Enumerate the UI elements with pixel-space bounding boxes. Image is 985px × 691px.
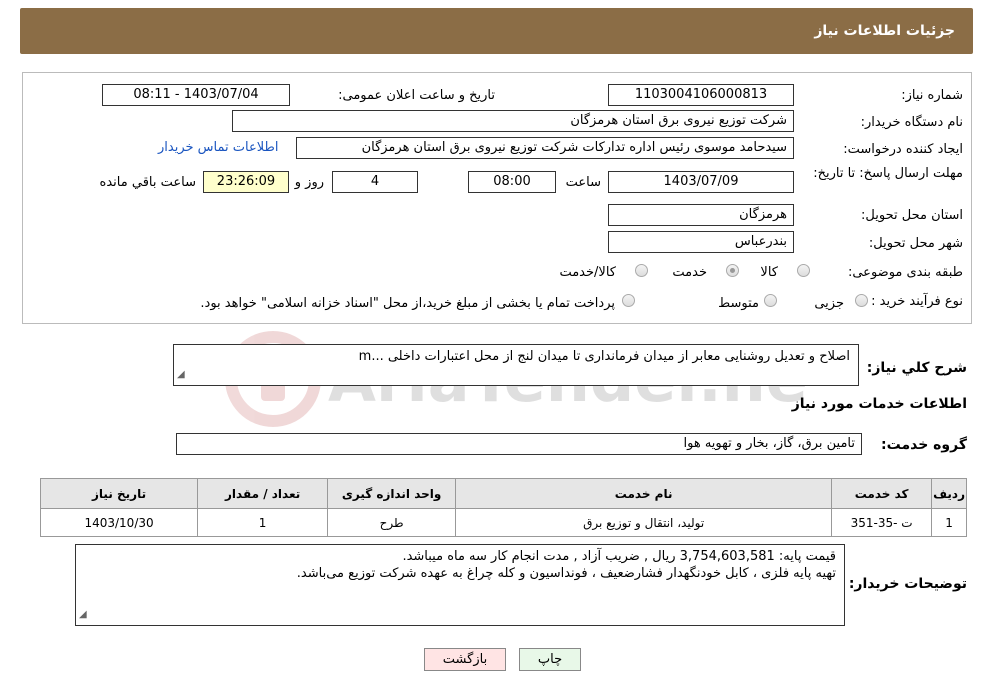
service-group-field: تامین برق، گاز، بخار و تهویه هوا xyxy=(176,433,862,455)
process-option-minor: جزیی xyxy=(814,296,844,311)
col-service-name: نام خدمت xyxy=(455,478,833,509)
treasury-payment-note: پرداخت تمام یا بخشی از مبلغ خرید،از محل … xyxy=(200,296,615,311)
back-button[interactable]: بازگشت xyxy=(424,648,506,671)
buyer-contact-link[interactable]: اطلاعات تماس خریدار xyxy=(158,140,278,155)
province-field: هرمزگان xyxy=(608,204,794,226)
need-details-panel: AriaTender.neT شماره نیاز: 1103004106000… xyxy=(22,72,972,427)
cell-quantity: 1 xyxy=(197,508,329,537)
buyer-notes-line-1: قیمت پایه: 3,754,603,581 ریال , ضریب آزا… xyxy=(402,549,836,564)
category-radio-goods-service[interactable] xyxy=(635,264,648,277)
announce-datetime-field: 1403/07/04 - 08:11 xyxy=(102,84,290,106)
category-option-goods-service: کالا/خدمت xyxy=(559,265,616,280)
col-quantity: تعداد / مقدار xyxy=(197,478,329,509)
resize-grip-icon[interactable]: ◢ xyxy=(79,606,87,623)
page-title: جزئیات اطلاعات نیاز xyxy=(814,23,955,39)
deadline-time-field: 08:00 xyxy=(468,171,556,193)
buyer-notes-label: توضیحات خریدار: xyxy=(848,576,967,592)
buyer-org-field: شرکت توزیع نیروی برق استان هرمزگان xyxy=(232,110,794,132)
creator-field: سیدحامد موسوی رئیس اداره تدارکات شرکت تو… xyxy=(296,137,794,159)
cell-unit: طرح xyxy=(327,508,457,537)
col-need-date: تاریخ نیاز xyxy=(39,478,199,509)
remaining-time-field: 23:26:09 xyxy=(203,171,289,193)
category-option-goods: کالا xyxy=(760,265,778,280)
days-remaining-field: 4 xyxy=(332,171,418,193)
city-label: شهر محل تحویل: xyxy=(868,236,963,251)
buyer-notes-textarea[interactable]: قیمت پایه: 3,754,603,581 ریال , ضریب آزا… xyxy=(75,544,845,626)
remaining-time-label: ساعت باقي مانده xyxy=(99,175,196,190)
days-label: روز و xyxy=(294,175,324,190)
province-label: استان محل تحویل: xyxy=(861,208,963,223)
cell-row-number: 1 xyxy=(931,508,967,537)
announce-datetime-label: تاریخ و ساعت اعلان عمومی: xyxy=(338,88,495,103)
deadline-label: مهلت ارسال پاسخ: تا تاریخ: xyxy=(813,166,963,181)
category-radio-service[interactable] xyxy=(726,264,739,277)
summary-textarea[interactable]: اصلاح و تعدیل روشنایی معابر از میدان فرم… xyxy=(173,344,859,386)
print-button[interactable]: چاپ xyxy=(519,648,581,671)
process-radio-medium[interactable] xyxy=(764,294,777,307)
city-field: بندرعباس xyxy=(608,231,794,253)
summary-label: شرح کلي نیاز: xyxy=(866,360,967,376)
cell-need-date: 1403/10/30 xyxy=(39,508,199,537)
process-radio-minor[interactable] xyxy=(855,294,868,307)
page-header: جزئیات اطلاعات نیاز xyxy=(20,8,973,54)
col-row-number: ردیف xyxy=(931,478,967,509)
category-label: طبقه بندی موضوعی: xyxy=(847,265,963,280)
need-number-field: 1103004106000813 xyxy=(608,84,794,106)
services-table: ردیف کد خدمت نام خدمت واحد اندازه گیری ت… xyxy=(39,478,967,537)
summary-text: اصلاح و تعدیل روشنایی معابر از میدان فرم… xyxy=(358,349,850,364)
buyer-org-label: نام دستگاه خریدار: xyxy=(860,115,963,130)
services-table-header: ردیف کد خدمت نام خدمت واحد اندازه گیری ت… xyxy=(39,478,967,509)
col-unit: واحد اندازه گیری xyxy=(327,478,457,509)
category-radio-goods[interactable] xyxy=(797,264,810,277)
treasury-payment-checkbox[interactable] xyxy=(622,294,635,307)
services-section-title: اطلاعات خدمات مورد نیاز xyxy=(791,396,967,412)
service-group-label: گروه خدمت: xyxy=(881,437,967,453)
deadline-hour-label: ساعت xyxy=(565,175,601,190)
deadline-date-field: 1403/07/09 xyxy=(608,171,794,193)
table-row: 1 ت -35-351 تولید، انتقال و توزیع برق طر… xyxy=(39,508,967,537)
resize-grip-icon[interactable]: ◢ xyxy=(177,366,185,383)
col-service-code: کد خدمت xyxy=(831,478,933,509)
creator-label: ایجاد کننده درخواست: xyxy=(843,142,963,157)
need-number-label: شماره نیاز: xyxy=(901,88,963,103)
process-option-medium: متوسط xyxy=(718,296,759,311)
process-type-label: نوع فرآیند خرید : xyxy=(871,294,963,309)
cell-service-name: تولید، انتقال و توزیع برق xyxy=(455,508,833,537)
buyer-notes-line-2: تهیه پایه فلزی ، کابل خودنگهدار فشارضعیف… xyxy=(296,566,836,581)
cell-service-code: ت -35-351 xyxy=(831,508,933,537)
category-option-service: خدمت xyxy=(672,265,707,280)
